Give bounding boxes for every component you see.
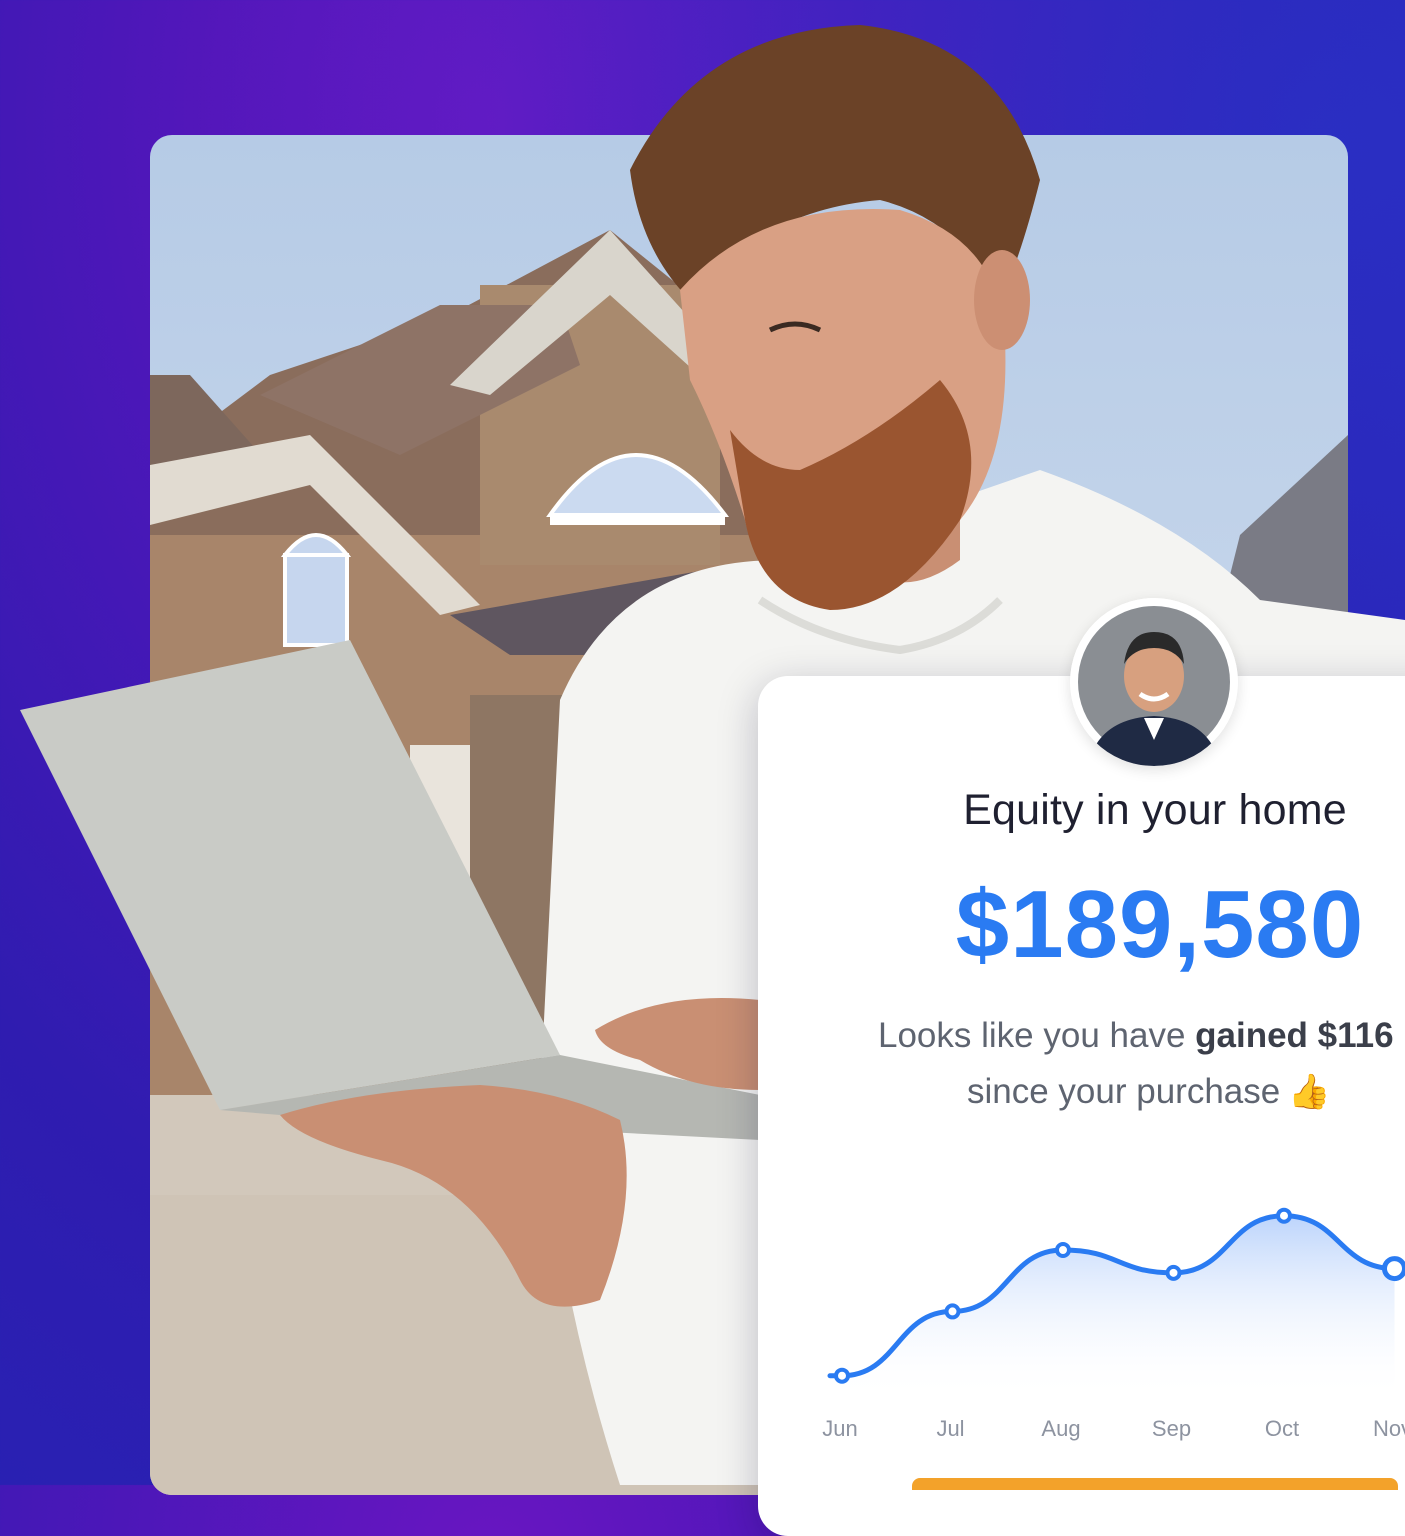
x-tick-label: Sep xyxy=(1152,1416,1191,1441)
chart-point-sep xyxy=(1165,1264,1182,1281)
cta-button[interactable] xyxy=(912,1478,1398,1490)
x-tick-label: Aug xyxy=(1041,1416,1080,1441)
gain-message-line2-text: since your purchase xyxy=(967,1072,1281,1111)
card-title-text: Equity in your home xyxy=(963,786,1347,834)
equity-amount-value: $189,580 xyxy=(955,871,1365,978)
equity-amount: $189,580 xyxy=(900,870,1405,980)
thumbs-up-icon: 👍 xyxy=(1288,1073,1331,1111)
gain-message-prefix: Looks like you have xyxy=(878,1016,1196,1055)
chart-point-jul xyxy=(944,1303,961,1320)
chart-point-nov xyxy=(1382,1256,1405,1282)
equity-chart-svg: Jun Jul Aug Sep Oct Nov xyxy=(822,1207,1405,1441)
card-title: Equity in your home xyxy=(895,786,1405,835)
gain-message-bold: gained $116 xyxy=(1195,1016,1394,1055)
gain-message-line2: since your purchase 👍 xyxy=(967,1072,1331,1112)
x-tick-label: Oct xyxy=(1265,1416,1299,1441)
x-tick-label: Jun xyxy=(822,1416,857,1441)
equity-chart: Jun Jul Aug Sep Oct Nov xyxy=(800,1180,1405,1460)
agent-avatar xyxy=(1070,598,1238,766)
x-tick-label: Nov xyxy=(1373,1416,1405,1441)
chart-point-oct xyxy=(1276,1207,1292,1224)
chart-point-jun xyxy=(834,1367,850,1384)
chart-point-aug xyxy=(1055,1242,1071,1258)
chart-area-fill xyxy=(830,1215,1395,1400)
gain-message: Looks like you have gained $116 xyxy=(878,1016,1405,1056)
x-tick-label: Jul xyxy=(936,1416,964,1441)
